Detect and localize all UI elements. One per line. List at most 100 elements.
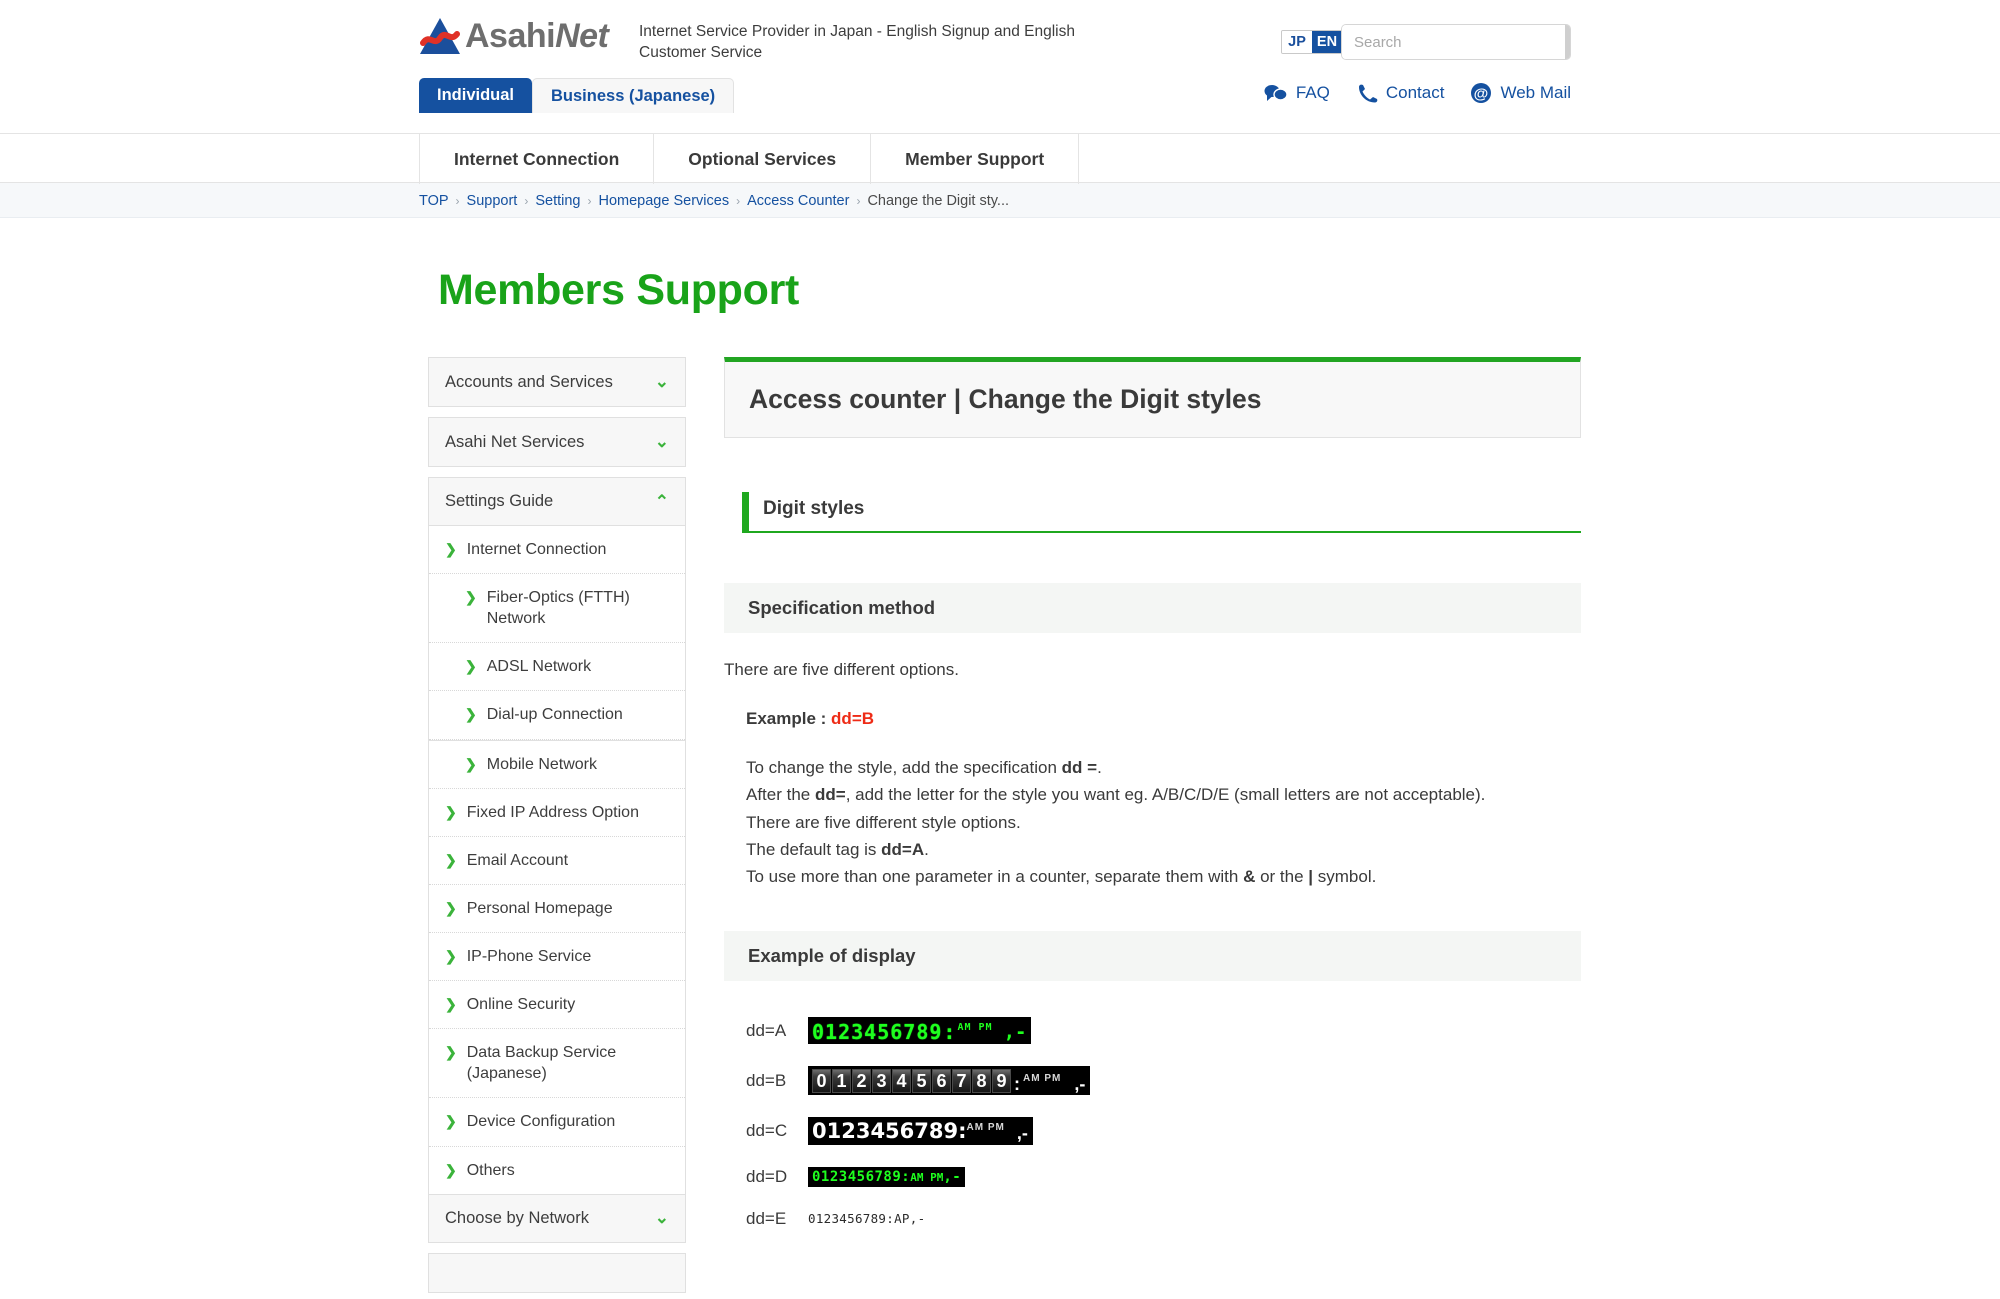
digit-sample-e-digits: 0123456789 bbox=[808, 1211, 887, 1227]
main-content: Access counter | Change the Digit styles… bbox=[724, 357, 1581, 1293]
sidebar-item-label: Others bbox=[466, 1161, 515, 1179]
sidebar-item-mobile-network[interactable]: ❯ Mobile Network bbox=[429, 739, 685, 789]
digit-sample-a-digits: 0123456789 bbox=[812, 1020, 943, 1045]
instruction-5-suffix: symbol. bbox=[1313, 866, 1377, 886]
breadcrumb-item-support[interactable]: Support bbox=[467, 193, 518, 209]
sidebar-item-email-account[interactable]: ❯ Email Account bbox=[429, 837, 685, 885]
sidebar-item-internet-connection[interactable]: ❯ Internet Connection bbox=[429, 526, 685, 575]
quicklink-faq-label: FAQ bbox=[1295, 83, 1330, 102]
page-title-wrap: Members Support bbox=[409, 266, 1591, 315]
sidebar-settings-list: ❯ Internet Connection ❯ Fiber-Optics (FT… bbox=[429, 526, 685, 1194]
breadcrumb-item-homepage-services[interactable]: Homepage Services bbox=[599, 193, 730, 209]
breadcrumb-item-setting[interactable]: Setting bbox=[535, 193, 580, 209]
instruction-line-3: There are five different style options. bbox=[746, 812, 1021, 832]
sidebar-item-ip-phone-service[interactable]: ❯ IP-Phone Service bbox=[429, 933, 685, 982]
digit-example-label: dd=B bbox=[746, 1070, 787, 1090]
sidebar-item-personal-homepage[interactable]: ❯ Personal Homepage bbox=[429, 885, 685, 933]
sidebar-item-label: IP-Phone Service bbox=[466, 947, 592, 965]
instruction-line-5: To use more than one parameter in a coun… bbox=[746, 864, 1581, 889]
sidebar-item-settings-guide[interactable]: Settings Guide ⌃ bbox=[429, 478, 685, 526]
quicklink-faq[interactable]: FAQ bbox=[1264, 83, 1330, 103]
search-input[interactable] bbox=[1342, 25, 1565, 59]
site-logo[interactable]: AsahiNet bbox=[419, 16, 609, 56]
sidebar-item-label: Internet Connection bbox=[466, 541, 607, 558]
breadcrumb-separator: › bbox=[524, 193, 529, 208]
digit-sample-e-tail: ,- bbox=[909, 1211, 926, 1227]
search-box[interactable] bbox=[1341, 24, 1571, 60]
digit-sample-b-colon: : bbox=[1014, 1073, 1020, 1094]
language-switcher[interactable]: JP EN bbox=[1281, 30, 1343, 54]
site-tagline: Internet Service Provider in Japan - Eng… bbox=[639, 23, 1075, 61]
quicklink-webmail[interactable]: @ Web Mail bbox=[1470, 82, 1571, 104]
breadcrumb-separator: › bbox=[587, 193, 592, 208]
instruction-line-1: To change the style, add the specificati… bbox=[746, 755, 1581, 780]
digit-example-row: dd=E 0123456789:AP,- bbox=[746, 1209, 1581, 1229]
sidebar-item-accounts-and-services[interactable]: Accounts and Services ⌄ bbox=[429, 358, 685, 406]
chevron-right-icon: ❯ bbox=[465, 589, 477, 606]
breadcrumb-item-top[interactable]: TOP bbox=[419, 193, 449, 209]
tab-business[interactable]: Business (Japanese) bbox=[532, 78, 735, 113]
breadcrumb-bar: TOP › Support › Setting › Homepage Servi… bbox=[0, 183, 2000, 218]
digit-example-row: dd=D 0123456789 : AM PM ,- bbox=[746, 1167, 1581, 1188]
chevron-right-icon: ❯ bbox=[445, 1113, 457, 1130]
breadcrumb-item-access-counter[interactable]: Access Counter bbox=[747, 193, 849, 209]
digit-sample-d-colon: : bbox=[901, 1169, 911, 1186]
digit-sample-d-digits: 0123456789 bbox=[812, 1169, 902, 1186]
instruction-1-suffix: . bbox=[1097, 758, 1102, 778]
digit-style-examples: dd=A 0123456789 : AM PM ,- dd=B 0 1 2 3 … bbox=[746, 1017, 1581, 1229]
sidebar-item-label: Mobile Network bbox=[486, 755, 597, 773]
sidebar-item-asahi-net-services[interactable]: Asahi Net Services ⌄ bbox=[429, 418, 685, 466]
quicklink-webmail-label: Web Mail bbox=[1500, 83, 1571, 102]
instruction-5-bold-1: & bbox=[1243, 866, 1256, 886]
digit-sample-e-ampm: AP bbox=[894, 1211, 910, 1227]
nav-internet-connection[interactable]: Internet Connection bbox=[419, 134, 653, 184]
chevron-right-icon: ❯ bbox=[465, 755, 477, 772]
sidebar-item-dial-up-connection[interactable]: ❯ Dial-up Connection bbox=[429, 691, 685, 740]
sidebar-item-fiber-optics-ftth-network[interactable]: ❯ Fiber-Optics (FTTH) Network bbox=[429, 574, 685, 644]
chevron-down-icon: ⌄ bbox=[654, 372, 669, 391]
search-button[interactable] bbox=[1565, 25, 1570, 59]
sidebar: Accounts and Services ⌄ Asahi Net Servic… bbox=[428, 357, 686, 1293]
page-root: AsahiNet Internet Service Provider in Ja… bbox=[0, 0, 2000, 1299]
chevron-up-icon: ⌃ bbox=[654, 491, 669, 511]
digit-example-label: dd=A bbox=[746, 1020, 787, 1040]
breadcrumb: TOP › Support › Setting › Homepage Servi… bbox=[409, 183, 1591, 218]
instruction-line-4: The default tag is dd=A. bbox=[746, 837, 1581, 862]
sidebar-item-label: Dial-up Connection bbox=[486, 706, 623, 724]
sidebar-item-fixed-ip-address-option[interactable]: ❯ Fixed IP Address Option bbox=[429, 789, 685, 837]
chevron-right-icon: ❯ bbox=[445, 1161, 457, 1178]
quicklink-contact[interactable]: Contact bbox=[1356, 83, 1444, 103]
sidebar-item-label: Data Backup Service (Japanese) bbox=[466, 1044, 617, 1083]
sidebar-item-choose-by-network[interactable]: Choose by Network ⌄ bbox=[429, 1193, 685, 1242]
instruction-4-prefix: The default tag is bbox=[746, 839, 882, 859]
sidebar-item-label: Asahi Net Services bbox=[445, 432, 585, 451]
subsection-specification-method: Specification method bbox=[724, 583, 1581, 633]
nav-member-support[interactable]: Member Support bbox=[870, 134, 1080, 184]
chevron-right-icon: ❯ bbox=[445, 541, 457, 557]
asahi-net-triangle-logo bbox=[420, 18, 460, 54]
tab-individual[interactable]: Individual bbox=[419, 78, 533, 113]
sidebar-item-device-configuration[interactable]: ❯ Device Configuration bbox=[429, 1098, 685, 1147]
digit-sample-b: 0123456789 : AM PM ,- bbox=[808, 1066, 1091, 1096]
sidebar-panel-accounts-and-services: Accounts and Services ⌄ bbox=[428, 357, 686, 407]
sidebar-item-others[interactable]: ❯ Others bbox=[429, 1147, 685, 1194]
intro-paragraph: There are five different options. bbox=[724, 660, 959, 679]
breadcrumb-separator: › bbox=[856, 193, 861, 208]
at-sign-icon: @ bbox=[1471, 83, 1492, 103]
content-header: Access counter | Change the Digit styles bbox=[724, 357, 1581, 438]
sidebar-item-adsl-network[interactable]: ❯ ADSL Network bbox=[429, 643, 685, 692]
main-navigation: Internet Connection Optional Services Me… bbox=[0, 133, 2000, 184]
lang-en[interactable]: EN bbox=[1312, 31, 1342, 53]
sidebar-panel-partial[interactable] bbox=[428, 1252, 686, 1293]
logo-text-accent: Net bbox=[555, 17, 609, 55]
digit-sample-b-ampm: AM PM bbox=[1023, 1072, 1062, 1084]
sidebar-item-data-backup-service[interactable]: ❯ Data Backup Service (Japanese) bbox=[429, 1029, 685, 1099]
digit-sample-a-tail: ,- bbox=[1003, 1021, 1027, 1044]
instruction-1-bold: dd = bbox=[1061, 758, 1098, 778]
sidebar-item-online-security[interactable]: ❯ Online Security bbox=[429, 981, 685, 1030]
digit-sample-a-colon: : bbox=[943, 1020, 957, 1045]
chevron-right-icon: ❯ bbox=[445, 996, 457, 1013]
example-line: Example : dd=B bbox=[746, 706, 1581, 731]
lang-jp[interactable]: JP bbox=[1282, 31, 1312, 53]
nav-optional-services[interactable]: Optional Services bbox=[653, 134, 870, 184]
